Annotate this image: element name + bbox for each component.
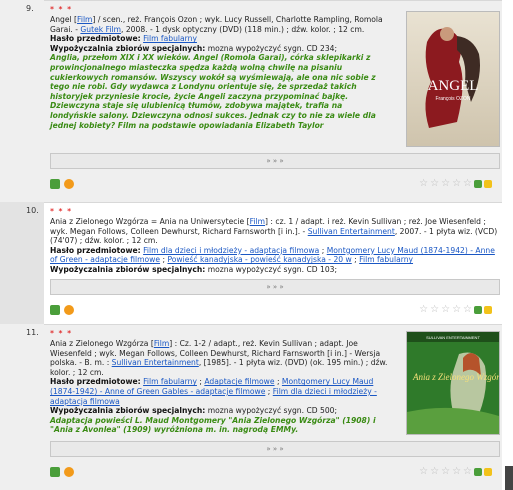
record-description: Ania z Zielonego Wzgórza = Ania na Uniwe…: [50, 217, 498, 274]
cover-image[interactable]: SULLIVAN ENTERTAINMENT Ania z Zielonego …: [406, 331, 508, 435]
user-rating: ☆ ☆ ☆ ☆ ☆: [419, 467, 492, 477]
subject-label: Hasło przedmiotowe:: [50, 34, 141, 44]
expand-details-button[interactable]: » » »: [50, 279, 500, 295]
rating-star-icon[interactable]: ☆: [419, 305, 428, 315]
cover-publisher: SULLIVAN ENTERTAINMENT: [426, 335, 480, 340]
record-number: 10.: [26, 206, 39, 215]
record-body: * * * Ania z Zielonego Wzgórza [Film] : …: [44, 324, 508, 490]
rating-star-icon[interactable]: ☆: [463, 467, 472, 477]
title-tag-link[interactable]: Film: [250, 217, 265, 226]
annotation-text: Adaptacja powieści L. Maud Montgomery "A…: [50, 415, 376, 435]
info-icon[interactable]: [484, 306, 492, 314]
info-icon[interactable]: [484, 468, 492, 476]
magnifier-icon[interactable]: [64, 179, 74, 189]
record-item: 9. * * * Angel [Film] / scen., reż. Fran…: [0, 0, 513, 202]
record-title: Ania z Zielonego Wzgórza: [50, 339, 149, 348]
loan-value: mozna wypożyczyć sygn. CD 500;: [205, 406, 338, 416]
user-rating: ☆ ☆ ☆ ☆ ☆: [419, 305, 492, 315]
cover-image[interactable]: ANGEL François OZON: [406, 11, 500, 147]
rating-star-icon[interactable]: ☆: [452, 305, 461, 315]
magnifier-icon[interactable]: [64, 305, 74, 315]
scrollbar-corner[interactable]: [505, 466, 513, 490]
record-number-cell: 11.: [0, 324, 44, 490]
expand-details-button[interactable]: » » »: [50, 153, 500, 169]
rating-stars-marker: * * *: [50, 5, 73, 14]
rating-star-icon[interactable]: ☆: [430, 467, 439, 477]
record-body: * * * Angel [Film] / scen., reż. Françoi…: [44, 0, 502, 202]
rating-star-icon[interactable]: ☆: [452, 179, 461, 189]
record-actions: [50, 467, 74, 479]
publisher-link[interactable]: Gutek Film: [80, 25, 121, 34]
cover-subtitle: François OZON: [435, 96, 470, 102]
rating-star-icon[interactable]: ☆: [430, 179, 439, 189]
record-body: * * * Ania z Zielonego Wzgórza = Ania na…: [44, 202, 502, 324]
expand-details-button[interactable]: » » »: [50, 441, 500, 457]
subject-label: Hasło przedmiotowe:: [50, 377, 141, 387]
loan-label: Wypożyczalnia zbiorów specjalnych:: [50, 43, 206, 53]
rating-star-icon[interactable]: ☆: [463, 305, 472, 315]
loan-label: Wypożyczalnia zbiorów specjalnych:: [50, 264, 206, 274]
record-number-cell: 9.: [0, 0, 44, 202]
add-to-basket-icon[interactable]: [50, 305, 60, 315]
record-item: 11. * * * Ania z Zielonego Wzgórza [Film…: [0, 324, 513, 490]
loan-value: mozna wypożyczyć sygn. CD 234;: [205, 43, 338, 53]
rating-star-icon[interactable]: ☆: [419, 179, 428, 189]
rating-star-icon[interactable]: ☆: [441, 305, 450, 315]
rating-star-icon[interactable]: ☆: [441, 179, 450, 189]
title-tag-link[interactable]: Film: [154, 339, 169, 348]
rating-stars-marker: * * *: [50, 329, 73, 338]
add-to-basket-icon[interactable]: [50, 179, 60, 189]
publisher-link[interactable]: Sullivan Entertainment: [308, 227, 395, 236]
subject-label: Hasło przedmiotowe:: [50, 245, 141, 255]
rating-star-icon[interactable]: ☆: [430, 305, 439, 315]
loan-value: mozna wypożyczyć sygn. CD 103;: [205, 264, 338, 274]
subject-link[interactable]: Film fabularny: [143, 377, 197, 386]
add-icon[interactable]: [474, 180, 482, 188]
rating-stars-marker: * * *: [50, 207, 73, 216]
user-rating: ☆ ☆ ☆ ☆ ☆: [419, 179, 492, 189]
record-actions: [50, 179, 74, 191]
add-icon[interactable]: [474, 468, 482, 476]
subject-link[interactable]: Adaptacje filmowe: [204, 377, 274, 386]
record-number: 9.: [26, 4, 34, 13]
subject-link[interactable]: Powieść kanadyjska - powieść kanadyjska …: [167, 255, 351, 264]
record-description: Angel [Film] / scen., reż. François Ozon…: [50, 15, 383, 130]
record-number: 11.: [26, 328, 39, 337]
cover-title: Ania z Zielonego Wzgórza: [412, 372, 499, 382]
subject-link[interactable]: Film fabularny: [143, 34, 197, 43]
publisher-link[interactable]: Sullivan Entertainment: [112, 358, 199, 367]
magnifier-icon[interactable]: [64, 467, 74, 477]
loan-label: Wypożyczalnia zbiorów specjalnych:: [50, 406, 206, 416]
angel-cover-art: ANGEL François OZON: [407, 12, 499, 146]
rating-star-icon[interactable]: ☆: [419, 467, 428, 477]
record-item: 10. * * * Ania z Zielonego Wzgórza = Ani…: [0, 202, 513, 324]
record-description: Ania z Zielonego Wzgórza [Film] : Cz. 1-…: [50, 339, 388, 435]
subject-link[interactable]: Film fabularny: [359, 255, 413, 264]
publication-info: , 2008. - 1 dysk optyczny (DVD) (118 min…: [121, 24, 365, 34]
rating-star-icon[interactable]: ☆: [441, 467, 450, 477]
record-title: Ania z Zielonego Wzgórza = Ania na Uniwe…: [50, 217, 245, 226]
record-title: Angel: [50, 15, 72, 24]
add-icon[interactable]: [474, 306, 482, 314]
info-icon[interactable]: [484, 180, 492, 188]
add-to-basket-icon[interactable]: [50, 467, 60, 477]
ania-cover-art: SULLIVAN ENTERTAINMENT Ania z Zielonego …: [407, 332, 508, 434]
rating-star-icon[interactable]: ☆: [463, 179, 472, 189]
rating-star-icon[interactable]: ☆: [452, 467, 461, 477]
annotation-text: Anglia, przełom XIX i XX wieków. Angel (…: [50, 53, 376, 130]
cover-title: ANGEL: [428, 78, 479, 94]
title-tag-link[interactable]: Film: [77, 15, 92, 24]
record-actions: [50, 305, 74, 317]
subject-link[interactable]: Film dla dzieci i młodzieży - adaptacja …: [143, 246, 319, 255]
record-number-cell: 10.: [0, 202, 44, 324]
